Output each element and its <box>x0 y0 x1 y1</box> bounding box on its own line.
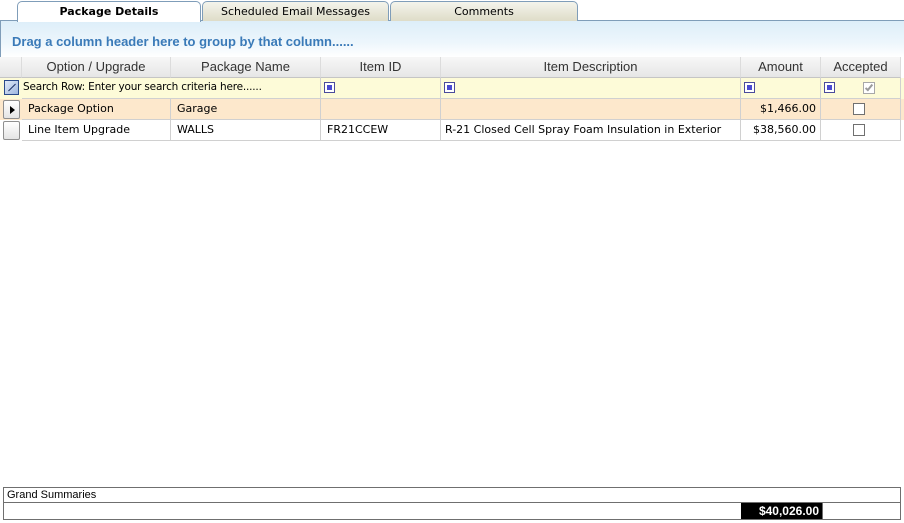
filter-operator-icon[interactable] <box>744 82 755 93</box>
search-filter-amount[interactable] <box>741 78 821 99</box>
tab-comments[interactable]: Comments <box>390 1 578 21</box>
tab-strip: Package Details Scheduled Email Messages… <box>0 0 904 22</box>
grand-total-amount: $40,026.00 <box>741 503 822 519</box>
cell-package-name[interactable]: WALLS <box>171 120 321 141</box>
current-row-arrow-icon <box>10 106 15 114</box>
column-header-accepted[interactable]: Accepted <box>821 57 901 78</box>
cell-item-id[interactable]: FR21CCEW <box>321 120 441 141</box>
cell-accepted[interactable] <box>821 99 901 120</box>
cell-package-name[interactable]: Garage <box>171 99 321 120</box>
search-row-icon[interactable] <box>4 80 19 95</box>
group-by-panel[interactable]: Drag a column header here to group by th… <box>0 21 904 57</box>
group-by-prompt: Drag a column header here to group by th… <box>12 34 354 49</box>
cell-item-description[interactable]: R-21 Closed Cell Spray Foam Insulation i… <box>441 120 741 141</box>
search-filter-accepted[interactable] <box>821 78 901 99</box>
row-selector[interactable] <box>3 100 20 119</box>
cell-accepted[interactable] <box>821 120 901 141</box>
search-accepted-checkbox[interactable] <box>863 82 875 94</box>
search-filter-item-id[interactable] <box>321 78 441 99</box>
accepted-checkbox[interactable] <box>853 103 865 115</box>
search-row-prompt[interactable]: Search Row: Enter your search criteria h… <box>22 78 321 99</box>
row-selector[interactable] <box>3 121 20 140</box>
filter-operator-icon[interactable] <box>444 82 455 93</box>
column-header-option-upgrade[interactable]: Option / Upgrade <box>22 57 171 78</box>
tab-scheduled-email-messages[interactable]: Scheduled Email Messages <box>202 1 389 21</box>
search-filter-description[interactable] <box>441 78 741 99</box>
table-row[interactable]: Line Item Upgrade WALLS FR21CCEW R-21 Cl… <box>0 120 904 141</box>
search-row: Search Row: Enter your search criteria h… <box>0 78 904 99</box>
table-row[interactable]: Package Option Garage $1,466.00 <box>0 99 904 120</box>
summary-cell-divider <box>822 503 823 519</box>
grand-summaries-panel: Grand Summaries $40,026.00 <box>3 487 901 520</box>
cell-option-upgrade[interactable]: Package Option <box>22 99 171 120</box>
accepted-checkbox[interactable] <box>853 124 865 136</box>
header-row-selector <box>0 57 22 78</box>
grand-summaries-label: Grand Summaries <box>7 489 97 501</box>
cell-item-description[interactable] <box>441 99 741 120</box>
cell-amount[interactable]: $1,466.00 <box>741 99 821 120</box>
filter-operator-icon[interactable] <box>324 82 335 93</box>
cell-item-id[interactable] <box>321 99 441 120</box>
column-header-item-description[interactable]: Item Description <box>441 57 741 78</box>
column-header-package-name[interactable]: Package Name <box>171 57 321 78</box>
filter-operator-icon[interactable] <box>824 82 835 93</box>
column-header-amount[interactable]: Amount <box>741 57 821 78</box>
column-header-item-id[interactable]: Item ID <box>321 57 441 78</box>
tab-package-details[interactable]: Package Details <box>17 1 201 22</box>
cell-option-upgrade[interactable]: Line Item Upgrade <box>22 120 171 141</box>
check-icon <box>864 82 874 92</box>
cell-amount[interactable]: $38,560.00 <box>741 120 821 141</box>
